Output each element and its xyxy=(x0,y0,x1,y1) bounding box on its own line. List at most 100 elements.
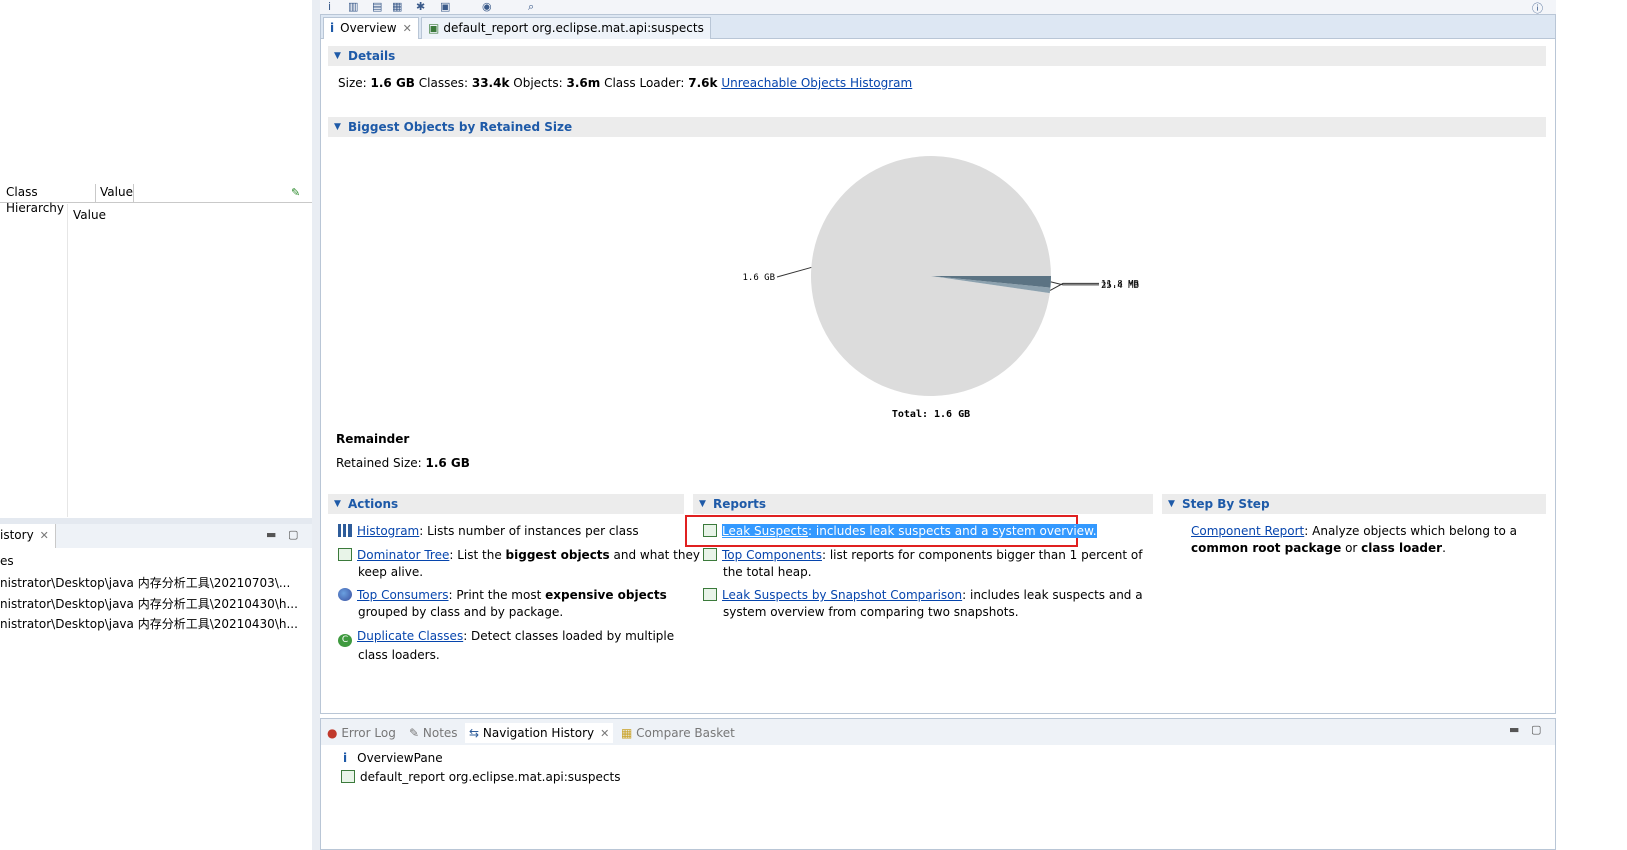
column-value[interactable]: Value xyxy=(96,184,134,202)
duplicate-classes-icon: C xyxy=(338,634,352,647)
unreachable-objects-link[interactable]: Unreachable Objects Histogram xyxy=(721,76,912,90)
section-step-title: Step By Step xyxy=(1182,497,1270,511)
compare-basket-icon: ▦ xyxy=(621,726,633,740)
dominator-icon[interactable]: ▤ xyxy=(372,0,382,13)
report-icon xyxy=(341,770,355,783)
section-actions-header[interactable]: ▼ Actions xyxy=(328,494,684,514)
sql-icon[interactable]: ▦ xyxy=(392,0,402,13)
column-class-hierarchy[interactable]: Class Hierarchy xyxy=(2,184,96,215)
pie-label-leader xyxy=(776,266,812,278)
history-row[interactable]: nistrator\Desktop\java 内存分析工具\20210430\h… xyxy=(0,595,298,612)
nav-history-row[interactable]: default_report org.eclipse.mat.api:suspe… xyxy=(341,769,620,786)
query-icon[interactable]: ◉ xyxy=(482,0,492,13)
tab-default-report-label: default_report org.eclipse.mat.api:suspe… xyxy=(443,21,704,35)
tab-compare-basket-label: Compare Basket xyxy=(636,726,735,740)
tab-compare-basket[interactable]: ▦ Compare Basket xyxy=(617,723,739,743)
top-components-desc: : list reports for components bigger tha… xyxy=(821,548,1143,562)
action-top-consumers: Top Consumers: Print the most expensive … xyxy=(338,587,667,621)
main-toolbar: i ▥ ▤ ▦ ✱ ▣ ◉ ⌕ ⓘ xyxy=(320,0,1627,15)
tab-history[interactable]: istory ✕ xyxy=(0,524,56,548)
action-histogram: Histogram: Lists number of instances per… xyxy=(338,523,639,540)
size-label: Size: xyxy=(338,76,367,90)
nav-history-row[interactable]: i OverviewPane xyxy=(343,750,443,767)
retained-size-label: Retained Size: xyxy=(336,456,422,470)
minimize-icon[interactable]: ▬ xyxy=(266,528,276,541)
history-row[interactable]: es xyxy=(0,554,14,568)
histogram-link[interactable]: Histogram xyxy=(357,524,419,538)
histogram-desc: : Lists number of instances per class xyxy=(419,524,639,538)
component-report-link[interactable]: Component Report xyxy=(1191,524,1304,538)
objects-value: 3.6m xyxy=(566,76,601,90)
nav-history-default-report: default_report org.eclipse.mat.api:suspe… xyxy=(360,770,621,784)
details-line: Size: 1.6 GB Classes: 33.4k Objects: 3.6… xyxy=(338,75,912,92)
leak-suspects-desc: : includes leak suspects and a system ov… xyxy=(808,524,1097,538)
history-pane: istory ✕ ▬ ▢ es nistrator\Desktop\java 内存… xyxy=(0,524,312,850)
section-step-by-step-header[interactable]: ▼ Step By Step xyxy=(1162,494,1546,514)
section-biggest-objects-header[interactable]: ▼ Biggest Objects by Retained Size xyxy=(328,117,1546,137)
nav-history-overview: OverviewPane xyxy=(357,751,443,765)
right-pane-edge xyxy=(1556,0,1627,850)
gear-icon[interactable]: ✱ xyxy=(416,0,425,13)
dominator-desc-line2: keep alive. xyxy=(358,565,424,579)
history-row[interactable]: nistrator\Desktop\java 内存分析工具\20210703\.… xyxy=(0,574,290,591)
bottom-panel: ● Error Log ✎ Notes ⇆ Navigation History… xyxy=(320,718,1556,850)
section-reports-header[interactable]: ▼ Reports xyxy=(693,494,1153,514)
tab-navigation-history[interactable]: ⇆ Navigation History ✕ xyxy=(465,723,614,743)
component-report-end: . xyxy=(1442,541,1446,555)
histogram-icon[interactable]: ▥ xyxy=(348,0,358,13)
tab-error-log[interactable]: ● Error Log xyxy=(323,723,400,743)
section-details-header[interactable]: ▼ Details xyxy=(328,46,1546,66)
tab-notes[interactable]: ✎ Notes xyxy=(405,723,462,743)
snapshot-comparison-link[interactable]: Leak Suspects by Snapshot Comparison xyxy=(722,588,962,602)
close-icon[interactable]: ✕ xyxy=(600,727,609,740)
top-consumers-link[interactable]: Top Consumers xyxy=(357,588,449,602)
step-component-report: Component Report: Analyze objects which … xyxy=(1191,523,1517,557)
vertical-sash[interactable] xyxy=(312,0,320,850)
dominator-desc-bold: biggest objects xyxy=(505,548,610,562)
error-log-icon: ● xyxy=(327,726,338,740)
inspector-table-header: Class Hierarchy Value xyxy=(0,182,312,215)
history-row[interactable]: nistrator\Desktop\java 内存分析工具\20210430\h… xyxy=(0,615,298,632)
pie-slice-label: 1.6 GB xyxy=(742,273,775,283)
report-leak-suspects: Leak Suspects: includes leak suspects an… xyxy=(703,523,1097,540)
retained-size-pie-chart: 1.6 GB11.8 MB25.4 MB Total: 1.6 GB xyxy=(742,156,1139,420)
collapse-icon: ▼ xyxy=(334,499,341,509)
bottom-tabbar: ● Error Log ✎ Notes ⇆ Navigation History… xyxy=(321,719,1555,745)
leak-suspects-link[interactable]: Leak Suspects xyxy=(722,524,808,538)
tab-error-log-label: Error Log xyxy=(341,726,396,740)
class-loader-value: 7.6k xyxy=(688,76,718,90)
retained-size-value: 1.6 GB xyxy=(425,456,470,470)
tab-overview[interactable]: i Overview ✕ xyxy=(323,17,419,39)
pin-icon[interactable]: ✎ xyxy=(291,186,300,199)
top-components-desc-line2: the total heap. xyxy=(723,565,812,579)
minimize-icon[interactable]: ▬ xyxy=(1509,723,1519,736)
section-biggest-title: Biggest Objects by Retained Size xyxy=(348,120,573,134)
section-actions-title: Actions xyxy=(348,497,399,511)
top-components-link[interactable]: Top Components xyxy=(722,548,822,562)
pie-total-label: Total: 1.6 GB xyxy=(892,409,970,420)
report-icon xyxy=(703,524,717,537)
tab-default-report[interactable]: ▣ default_report org.eclipse.mat.api:susp… xyxy=(421,17,711,39)
close-icon[interactable]: ✕ xyxy=(40,529,49,542)
action-duplicate-classes: C Duplicate Classes: Detect classes loade… xyxy=(338,628,674,664)
report-icon xyxy=(703,548,717,561)
maximize-icon[interactable]: ▢ xyxy=(1531,723,1541,736)
collapse-icon: ▼ xyxy=(1168,499,1175,509)
snapshot-comparison-desc: : includes leak suspects and a xyxy=(962,588,1143,602)
duplicate-classes-link[interactable]: Duplicate Classes xyxy=(357,629,463,643)
report-icon: ▣ xyxy=(428,21,440,35)
maximize-icon[interactable]: ▢ xyxy=(288,528,298,541)
info-icon[interactable]: i xyxy=(328,0,331,13)
section-reports-title: Reports xyxy=(713,497,767,511)
class-loader-label: Class Loader: xyxy=(604,76,685,90)
dominator-tree-link[interactable]: Dominator Tree xyxy=(357,548,449,562)
dominator-desc-pre: : List the xyxy=(449,548,506,562)
component-report-bold1: common root package xyxy=(1191,541,1342,555)
section-details-title: Details xyxy=(348,49,396,63)
pie-slices xyxy=(811,156,1051,397)
top-consumers-desc-line2: grouped by class and by package. xyxy=(358,605,564,619)
report-icon[interactable]: ▣ xyxy=(440,0,450,13)
inspector-pane: Class Hierarchy Value ✎ Value xyxy=(0,0,312,518)
close-icon[interactable]: ✕ xyxy=(403,22,412,35)
search-icon[interactable]: ⌕ xyxy=(528,0,534,14)
